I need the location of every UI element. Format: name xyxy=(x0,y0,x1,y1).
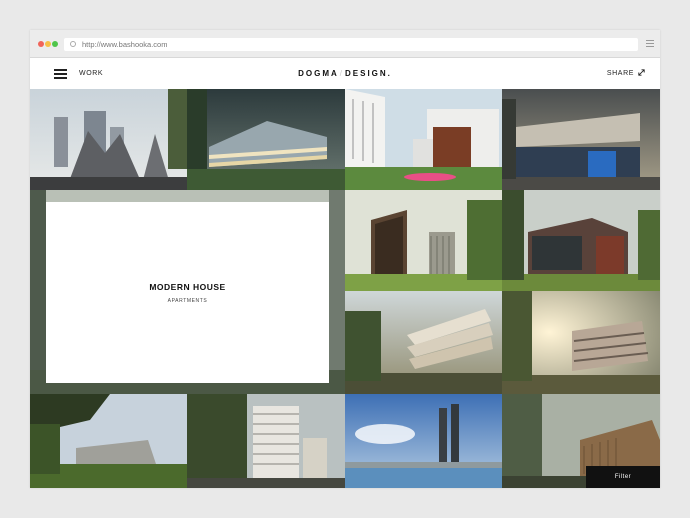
featured-project-card[interactable]: MODERN HOUSE APARTMENTS xyxy=(46,202,329,383)
address-bar[interactable]: http://www.bashooka.com xyxy=(64,38,638,51)
share-link[interactable]: SHARE xyxy=(607,70,634,77)
logo-separator: / xyxy=(339,69,344,78)
search-icon xyxy=(70,41,76,47)
project-thumbnail xyxy=(30,89,187,190)
project-tile[interactable] xyxy=(345,89,502,190)
project-thumbnail xyxy=(345,190,502,291)
project-grid: MODERN HOUSE APARTMENTS xyxy=(30,89,660,488)
project-thumbnail xyxy=(345,291,502,394)
project-tile[interactable] xyxy=(502,89,660,190)
logo-dogma: DOGMA xyxy=(298,69,339,78)
project-thumbnail xyxy=(30,394,187,488)
site-header: WORK DOGMA/DESIGN. SHARE xyxy=(30,58,660,89)
project-thumbnail xyxy=(345,89,502,190)
featured-project-subtitle: APARTMENTS xyxy=(167,298,208,304)
browser-menu-icon[interactable] xyxy=(646,40,654,48)
project-tile[interactable] xyxy=(502,291,660,394)
project-tile[interactable] xyxy=(187,89,345,190)
maximize-window-dot[interactable] xyxy=(52,41,58,47)
project-tile[interactable] xyxy=(30,394,187,488)
project-thumbnail xyxy=(502,291,660,394)
address-url: http://www.bashooka.com xyxy=(82,40,168,49)
site-logo[interactable]: DOGMA/DESIGN. xyxy=(30,69,660,78)
project-thumbnail xyxy=(502,89,660,190)
project-tile[interactable] xyxy=(502,190,660,291)
project-tile[interactable] xyxy=(345,190,502,291)
browser-window: http://www.bashooka.com WORK DOGMA/DESIG… xyxy=(30,30,660,488)
project-thumbnail xyxy=(502,190,660,291)
logo-design: DESIGN. xyxy=(345,69,392,78)
project-tile[interactable] xyxy=(187,394,345,488)
share-icon[interactable] xyxy=(637,68,646,77)
project-tile[interactable] xyxy=(345,394,502,488)
featured-project-title: MODERN HOUSE xyxy=(149,282,226,292)
close-window-dot[interactable] xyxy=(38,41,44,47)
project-thumbnail xyxy=(187,394,345,488)
project-tile[interactable] xyxy=(345,291,502,394)
filter-button[interactable]: Filter xyxy=(586,466,660,488)
minimize-window-dot[interactable] xyxy=(45,41,51,47)
project-thumbnail xyxy=(345,394,502,488)
project-tile[interactable] xyxy=(30,89,187,190)
project-thumbnail xyxy=(187,89,345,190)
browser-chrome: http://www.bashooka.com xyxy=(30,30,660,58)
